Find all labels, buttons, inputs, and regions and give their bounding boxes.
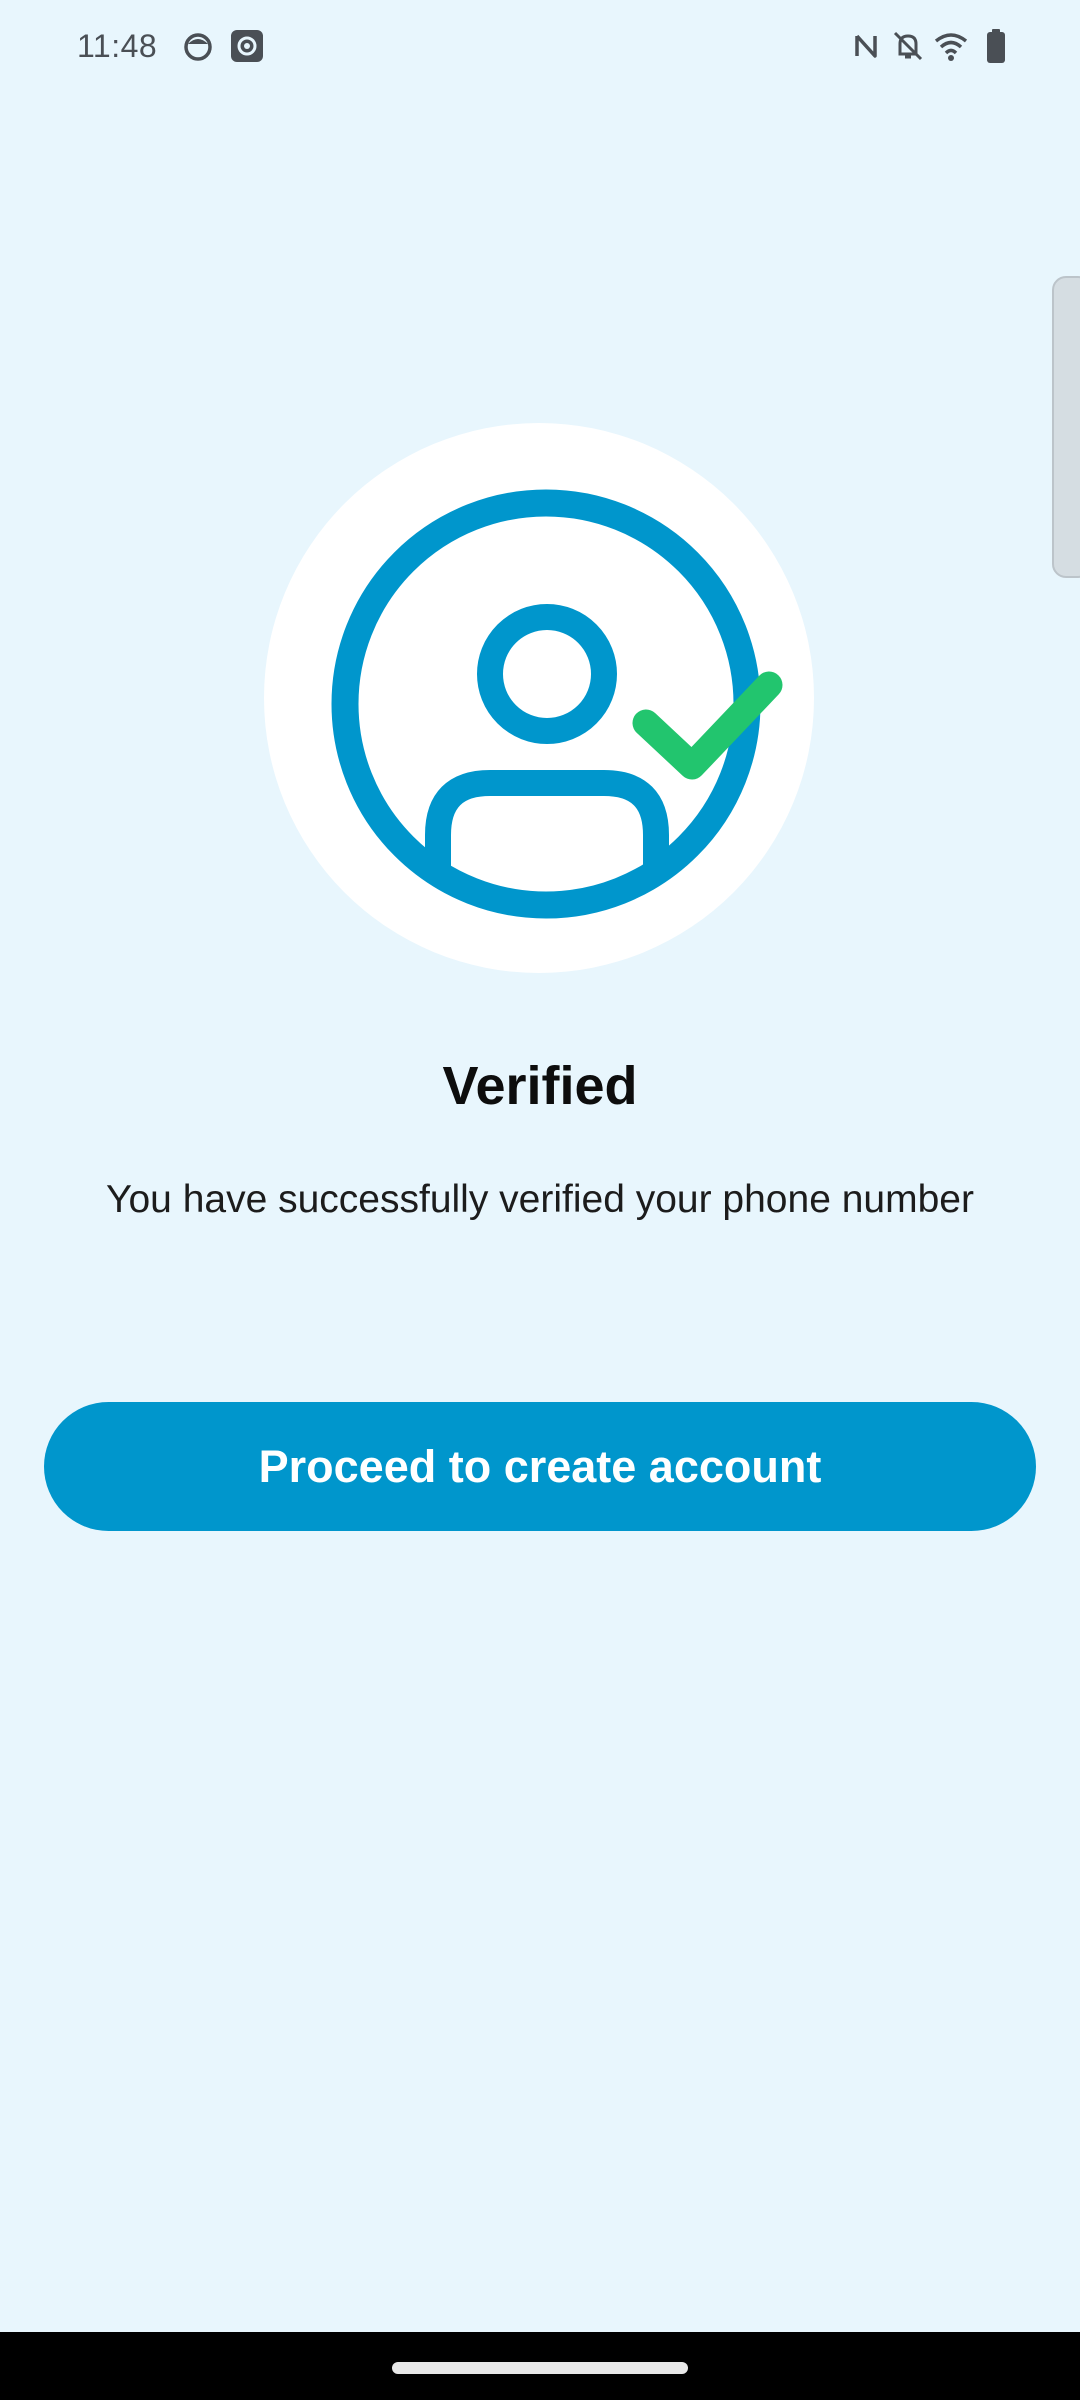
home-indicator[interactable] (392, 2362, 688, 2374)
page-title: Verified (442, 1056, 638, 1116)
wifi-icon (933, 28, 969, 64)
verified-user-icon (264, 423, 814, 973)
status-time: 11:48 (77, 28, 158, 64)
edge-panel-handle[interactable] (1052, 276, 1080, 578)
proceed-to-create-account-button[interactable]: Proceed to create account (44, 1402, 1036, 1531)
verification-message: You have successfully verified your phon… (106, 1178, 974, 1221)
bell-off-icon (890, 28, 926, 64)
navigation-bar (0, 2332, 1080, 2400)
cat-face-icon (180, 28, 216, 64)
settings-icon (229, 28, 265, 64)
nfc-icon (848, 28, 884, 64)
status-bar: 11:48 (0, 0, 1080, 96)
battery-icon (978, 28, 1014, 64)
